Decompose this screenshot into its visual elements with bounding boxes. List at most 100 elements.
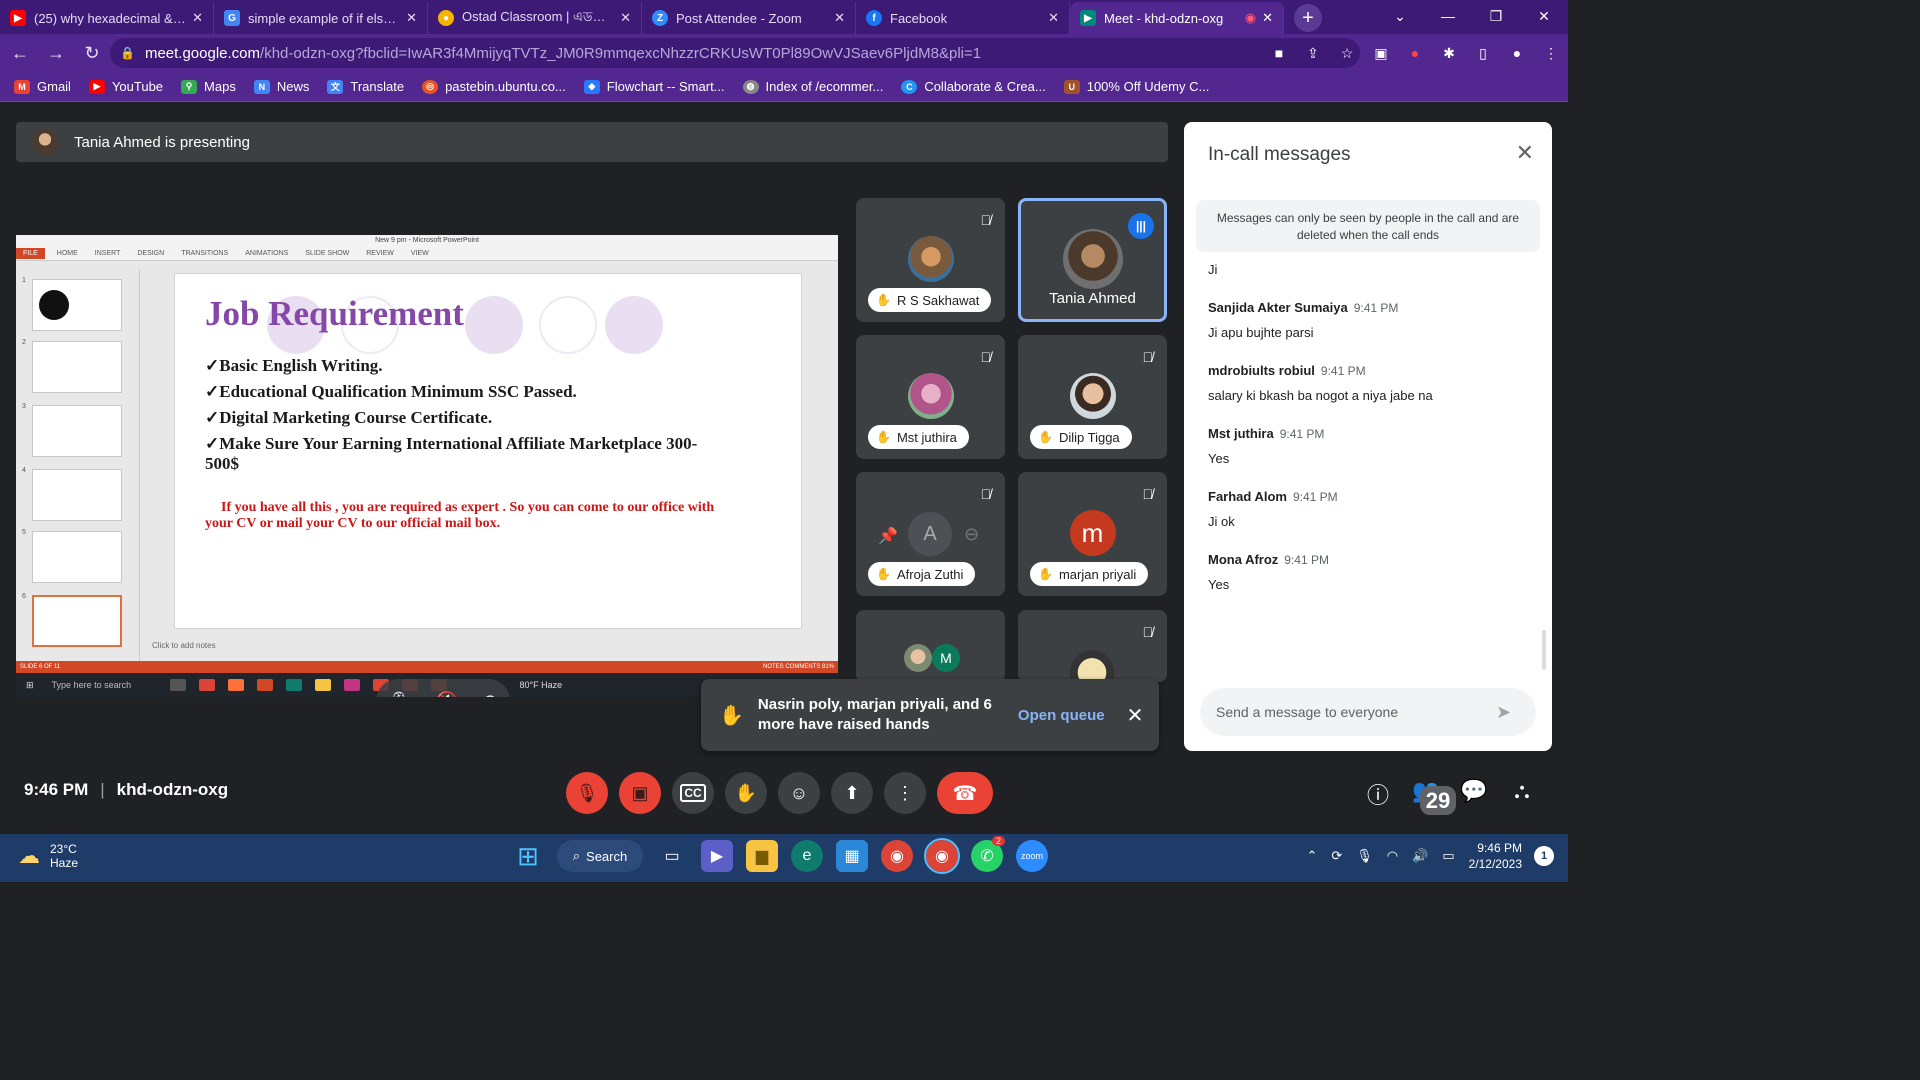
close-window-icon[interactable]: ✕: [1520, 0, 1568, 32]
participant-tile[interactable]: 🎙̸: [1018, 610, 1167, 682]
audio-off-icon[interactable]: 🔇: [436, 691, 458, 698]
wifi-icon[interactable]: ◠: [1387, 848, 1398, 864]
bookmark-maps[interactable]: ⚲ Maps: [181, 79, 236, 94]
bookmark-star-icon[interactable]: ☆: [1330, 45, 1364, 62]
close-icon[interactable]: ✕: [1516, 140, 1534, 166]
mic-off-icon[interactable]: 🎙: [388, 691, 411, 698]
teams-chat-icon[interactable]: ▶: [701, 840, 733, 872]
store-icon[interactable]: ▦: [836, 840, 868, 872]
close-icon[interactable]: ✕: [1127, 703, 1144, 728]
whatsapp-icon[interactable]: ✆ 2: [971, 836, 1005, 872]
bookmark-news[interactable]: N News: [253, 79, 309, 94]
people-icon[interactable]: 👥29: [1402, 778, 1457, 830]
extension-red-icon[interactable]: ●: [1398, 45, 1432, 61]
close-icon[interactable]: ✕: [620, 10, 631, 26]
chrome-profile-icon[interactable]: ◉: [924, 838, 960, 874]
minimize-icon[interactable]: —: [1424, 0, 1472, 32]
message-input[interactable]: [1216, 704, 1496, 720]
bookmark-youtube[interactable]: ▶ YouTube: [88, 79, 163, 94]
zoom-icon[interactable]: zoom: [1016, 840, 1048, 872]
send-icon[interactable]: ➤: [1496, 702, 1536, 723]
chat-icon[interactable]: 💬: [1450, 778, 1498, 830]
bookmark-index[interactable]: ◍ Index of /ecommer...: [742, 79, 883, 94]
camera-icon[interactable]: ■: [1262, 45, 1296, 61]
new-tab-button[interactable]: +: [1294, 4, 1322, 32]
menu-icon[interactable]: ⋮: [1534, 45, 1568, 62]
microphone-icon[interactable]: 🎙: [1356, 848, 1373, 864]
participant-tile-speaking[interactable]: ||| Tania Ahmed: [1018, 198, 1167, 322]
browser-tab[interactable]: ▶ (25) why hexadecimal & oc ✕: [0, 2, 214, 34]
activities-icon[interactable]: ⛬: [1498, 778, 1546, 830]
pin-icon[interactable]: 📌: [878, 526, 898, 546]
chrome-icon[interactable]: ◉: [881, 840, 913, 872]
leave-call-button[interactable]: ☎: [937, 772, 993, 814]
close-icon[interactable]: ✕: [192, 10, 203, 26]
bookmark-flowchart[interactable]: ◆ Flowchart -- Smart...: [583, 79, 725, 94]
extension-icon[interactable]: ▣: [1364, 45, 1398, 62]
reload-icon[interactable]: ↻: [76, 43, 108, 64]
taskbar-clock[interactable]: 9:46 PM 2/12/2023: [1469, 840, 1522, 872]
close-icon[interactable]: ✕: [406, 10, 417, 26]
raise-hand-button[interactable]: ✋: [725, 772, 767, 814]
weather-widget[interactable]: ☁ 23°C Haze: [18, 842, 78, 870]
browser-tab[interactable]: ● Ostad Classroom | এডভান্স ✕: [428, 2, 642, 34]
meeting-details-icon[interactable]: ⓘ: [1354, 778, 1402, 830]
lock-icon[interactable]: 🔒: [120, 46, 135, 60]
profile-avatar[interactable]: ●: [1500, 45, 1534, 61]
mic-off-icon: 🎙̸: [980, 212, 992, 228]
browser-tab[interactable]: Z Post Attendee - Zoom ✕: [642, 2, 856, 34]
file-explorer-icon[interactable]: ▆: [746, 840, 778, 872]
battery-icon[interactable]: ▭: [1442, 848, 1454, 864]
participant-tile-group[interactable]: M: [856, 610, 1005, 682]
participant-tile[interactable]: 🎙̸ ✋ Dilip Tigga: [1018, 335, 1167, 459]
camera-toggle-button[interactable]: ▣: [619, 772, 661, 814]
message-time: 9:41 PM: [1279, 427, 1325, 441]
close-icon[interactable]: ✕: [834, 10, 845, 26]
chevron-up-icon[interactable]: ⌃: [1306, 848, 1317, 864]
edge-icon[interactable]: e: [791, 840, 823, 872]
shared-weather: 80°F Haze: [519, 680, 563, 690]
tab-search-icon[interactable]: ⌄: [1376, 0, 1424, 32]
present-button[interactable]: ⬆: [831, 772, 873, 814]
browser-tab[interactable]: f Facebook ✕: [856, 2, 1070, 34]
start-button[interactable]: ⊞: [512, 840, 544, 872]
sync-icon[interactable]: ⟳: [1331, 848, 1342, 864]
sidepanel-icon[interactable]: ▯: [1466, 45, 1500, 62]
share-icon[interactable]: ⇪: [1296, 45, 1330, 62]
bookmark-translate[interactable]: 文 Translate: [327, 79, 404, 94]
emoji-icon: ☺: [789, 782, 809, 803]
taskbar-search[interactable]: ⌕ Search: [557, 840, 643, 872]
bookmark-pastebin[interactable]: ◎ pastebin.ubuntu.co...: [422, 79, 566, 94]
mic-toggle-button[interactable]: 🎙: [566, 772, 608, 814]
participant-tile[interactable]: 🎙̸ 📌 A ⊖ ✋ Afroja Zuthi: [856, 472, 1005, 596]
browser-tab-active[interactable]: ▶ Meet - khd-odzn-oxg ◉ ✕: [1070, 2, 1284, 34]
slide-thumbnail: [32, 531, 122, 583]
forward-icon[interactable]: →: [40, 43, 72, 64]
task-view-icon[interactable]: ▭: [656, 840, 688, 872]
bookmark-collaborate[interactable]: C Collaborate & Crea...: [901, 79, 1046, 94]
url-field[interactable]: 🔒 meet.google.com/khd-odzn-oxg?fbclid=Iw…: [110, 38, 1360, 68]
participant-tile[interactable]: 🎙̸ ✋ Mst juthira: [856, 335, 1005, 459]
bullet-item: ✓Make Sure Your Earning International Af…: [205, 434, 698, 473]
remove-icon[interactable]: ⊖: [964, 524, 979, 545]
chat-message-list[interactable]: Ji Sanjida Akter Sumaiya 9:41 PM Ji apu b…: [1208, 262, 1538, 662]
volume-icon[interactable]: 🔊: [1412, 848, 1428, 864]
restore-icon[interactable]: ❐: [1472, 0, 1520, 32]
bookmark-gmail[interactable]: M Gmail: [14, 79, 71, 94]
more-options-button[interactable]: ⋮: [884, 772, 926, 814]
close-icon[interactable]: ✕: [1048, 10, 1059, 26]
participant-tile[interactable]: 🎙̸ m ✋ marjan priyali: [1018, 472, 1167, 596]
reactions-button[interactable]: ☺: [778, 772, 820, 814]
chat-scrollbar[interactable]: [1542, 630, 1546, 670]
puzzle-icon[interactable]: ✱: [1432, 45, 1466, 62]
captions-button[interactable]: CC: [672, 772, 714, 814]
ppt-tab-home: HOME: [56, 250, 78, 257]
participant-tile[interactable]: 🎙̸ ✋ R S Sakhawat: [856, 198, 1005, 322]
close-icon[interactable]: ✕: [1262, 10, 1273, 26]
bookmark-udemy[interactable]: U 100% Off Udemy C...: [1063, 79, 1209, 94]
notification-count[interactable]: 1: [1534, 846, 1554, 866]
remove-icon[interactable]: ⊖: [483, 691, 498, 698]
back-icon[interactable]: ←: [4, 43, 36, 64]
open-queue-button[interactable]: Open queue: [1018, 707, 1105, 724]
browser-tab[interactable]: Gsimple example of if else st ✕: [214, 2, 428, 34]
